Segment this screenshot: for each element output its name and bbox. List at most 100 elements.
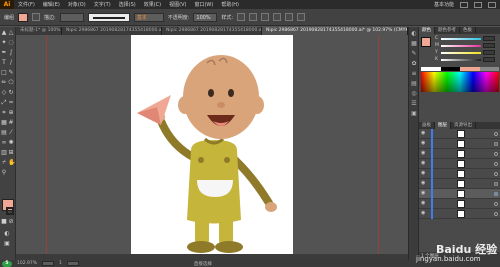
brushes-panel-icon[interactable]: ✎: [411, 51, 417, 57]
graphic-styles-panel-icon[interactable]: ▣: [411, 111, 417, 117]
slider-k[interactable]: K: [435, 57, 497, 62]
none-mode-icon[interactable]: ⊘: [8, 219, 14, 225]
menu-type[interactable]: 文字(T): [94, 1, 111, 8]
menu-effect[interactable]: 效果(C): [144, 1, 161, 8]
layer-row[interactable]: ◉: [419, 179, 500, 189]
workspace-switcher[interactable]: 基本功能: [434, 1, 454, 8]
target-icon[interactable]: [494, 132, 498, 136]
tab-color-guide[interactable]: 颜色参考: [435, 27, 460, 34]
pencil-tool-icon[interactable]: ✏: [1, 80, 7, 86]
menu-file[interactable]: 文件(F): [18, 1, 35, 8]
zoom-level[interactable]: 102.97%: [17, 261, 37, 266]
appearance-panel-icon[interactable]: ☰: [411, 101, 417, 107]
rectangle-tool-icon[interactable]: □: [1, 70, 7, 76]
visibility-eye-icon[interactable]: ◉: [421, 201, 426, 206]
opacity-input[interactable]: 100%: [193, 12, 218, 22]
layer-row[interactable]: ◉: [419, 209, 500, 219]
graph-tool-icon[interactable]: ▥: [1, 150, 7, 156]
selection-tool-icon[interactable]: ▲: [1, 30, 7, 36]
baby-illustration[interactable]: [131, 35, 293, 260]
slider-c-track[interactable]: [441, 37, 481, 40]
layer-row[interactable]: ◉: [419, 129, 500, 139]
visibility-eye-icon[interactable]: ◉: [421, 161, 426, 166]
rotate-tool-icon[interactable]: ↻: [8, 90, 14, 96]
baby-right-foot[interactable]: [215, 241, 243, 253]
curvature-tool-icon[interactable]: ∫: [8, 50, 14, 56]
shaper-tool-icon[interactable]: ⬠: [8, 80, 14, 86]
slider-y-track[interactable]: [441, 51, 481, 54]
pen-tool-icon[interactable]: ✒: [1, 50, 7, 56]
style-swatch[interactable]: [237, 13, 246, 21]
fill-color-swatch[interactable]: [18, 12, 29, 22]
blend-tool-icon[interactable]: ∞: [1, 140, 7, 146]
slider-m-value[interactable]: [483, 43, 495, 48]
target-icon[interactable]: [494, 172, 498, 176]
baby-right-hand[interactable]: [265, 202, 277, 212]
visibility-eye-icon[interactable]: ◉: [421, 131, 426, 136]
color-mode-icon[interactable]: ■: [1, 219, 7, 225]
target-icon[interactable]: [494, 162, 498, 166]
baby-left-foot[interactable]: [187, 241, 215, 253]
artboard[interactable]: [131, 35, 293, 260]
symbol-sprayer-icon[interactable]: ✺: [8, 140, 14, 146]
color-panel-icon[interactable]: ◐: [411, 31, 417, 37]
width-tool-icon[interactable]: ≈: [8, 100, 14, 106]
artboard-navigator[interactable]: [66, 261, 79, 266]
gradient-panel-icon[interactable]: ▤: [411, 81, 417, 87]
baby-left-arm[interactable]: [157, 117, 197, 161]
isolate-icon[interactable]: [285, 13, 294, 21]
menu-window[interactable]: 窗口(W): [194, 1, 213, 8]
menu-edit[interactable]: 编辑(E): [43, 1, 60, 8]
target-icon[interactable]: [494, 152, 498, 156]
color-panel-fill-swatch[interactable]: [421, 37, 431, 47]
visibility-eye-icon[interactable]: ◉: [421, 211, 426, 216]
eraser-tool-icon[interactable]: ◇: [1, 90, 7, 96]
type-tool-icon[interactable]: T: [1, 60, 7, 66]
brush-preview[interactable]: [87, 12, 130, 22]
target-icon[interactable]: [494, 202, 498, 206]
recolor-icon[interactable]: [249, 13, 258, 21]
layer-row[interactable]: ◉: [419, 199, 500, 209]
layer-row[interactable]: ◉: [419, 159, 500, 169]
target-icon[interactable]: [494, 192, 498, 196]
zoom-dropdown[interactable]: [42, 261, 55, 266]
visibility-eye-icon[interactable]: ◉: [421, 141, 426, 146]
artboard-tool-icon[interactable]: ⊞: [8, 150, 14, 156]
visibility-eye-icon[interactable]: ◉: [421, 151, 426, 156]
transparency-panel-icon[interactable]: ◎: [411, 91, 417, 97]
slider-y[interactable]: Y: [435, 50, 497, 55]
arrange-icon[interactable]: [297, 13, 306, 21]
menu-help[interactable]: 帮助(H): [221, 1, 239, 8]
layer-row[interactable]: ◉: [419, 149, 500, 159]
tab-artboards[interactable]: 画板: [419, 122, 435, 129]
tab-asset-export[interactable]: 资源导出: [451, 122, 476, 129]
eyedropper-tool-icon[interactable]: ⁄: [8, 130, 14, 136]
menu-select[interactable]: 选择(S): [119, 1, 136, 8]
color-spectrum-presets[interactable]: [421, 67, 499, 71]
paintbrush-tool-icon[interactable]: ✎: [8, 70, 14, 76]
lasso-tool-icon[interactable]: ◌: [8, 40, 14, 46]
tab-document-1[interactable]: 未标题-1* @ 100%: [16, 27, 62, 35]
direct-selection-tool-icon[interactable]: △: [8, 30, 14, 36]
minimize-button[interactable]: [460, 1, 468, 8]
zoom-tool-icon[interactable]: ⚲: [1, 170, 7, 176]
slider-m-track[interactable]: [441, 44, 481, 47]
transform-icon[interactable]: [273, 13, 282, 21]
swatches-panel-icon[interactable]: ▦: [411, 41, 417, 47]
maximize-button[interactable]: [474, 1, 482, 8]
hand-tool-icon[interactable]: ✋: [8, 160, 15, 166]
align-icon[interactable]: [261, 13, 270, 21]
baby-head[interactable]: [183, 55, 259, 139]
target-icon[interactable]: [494, 182, 498, 186]
perspective-grid-icon[interactable]: ▦: [1, 120, 7, 126]
line-tool-icon[interactable]: /: [8, 60, 14, 66]
slider-y-value[interactable]: [483, 50, 495, 55]
scale-tool-icon[interactable]: ⤢: [1, 100, 7, 106]
layer-row-selected[interactable]: ◉: [419, 189, 500, 199]
brush-definition-dropdown[interactable]: 基本: [133, 12, 164, 22]
baby-right-arm[interactable]: [231, 156, 273, 207]
target-icon[interactable]: [494, 212, 498, 216]
slider-c-value[interactable]: [483, 36, 495, 41]
magic-wand-icon[interactable]: ✦: [1, 40, 7, 46]
layer-row[interactable]: ◉: [419, 169, 500, 179]
